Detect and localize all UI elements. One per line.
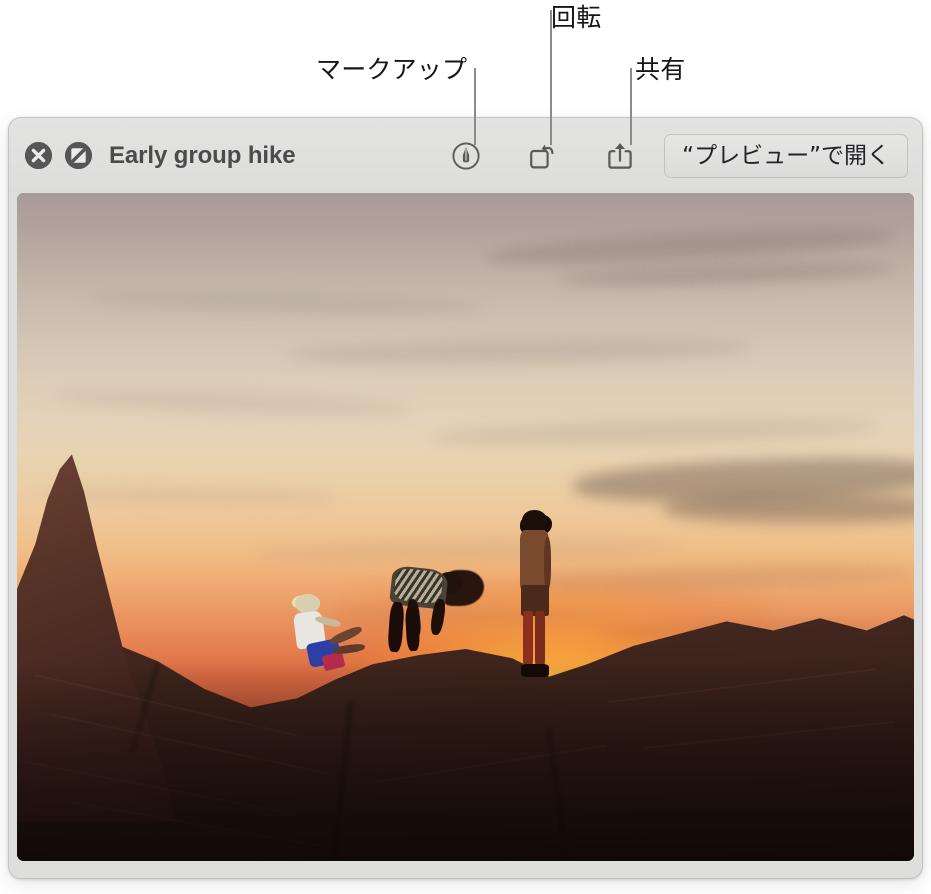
quick-look-window: Early group hike “プレビュー”で開く	[8, 117, 923, 879]
hiker-standing-leg	[523, 610, 534, 668]
circle-slash-icon[interactable]	[65, 142, 92, 169]
callout-label-share: 共有	[635, 55, 686, 84]
callout-leader-line-rotate	[550, 10, 552, 145]
close-icon[interactable]	[25, 142, 52, 169]
hiker-bending-patterned-top	[393, 567, 445, 604]
callout-leader-line-markup	[474, 68, 476, 145]
hiker-standing	[506, 510, 569, 678]
hiker-standing-leg	[534, 610, 545, 668]
callout-annotation-layer: マークアップ 回転 共有	[0, 0, 931, 145]
hiker-bending-leg	[387, 601, 405, 652]
hiker-standing-shoe	[520, 663, 549, 678]
markup-icon	[452, 141, 480, 170]
callout-label-rotate: 回転	[551, 3, 602, 32]
photo-sunset-hikers	[17, 193, 914, 861]
callout-label-markup: マークアップ	[316, 55, 468, 84]
hiker-standing-head	[522, 510, 548, 533]
photo-container[interactable]	[17, 193, 914, 861]
page-title: Early group hike	[109, 141, 296, 169]
callout-leader-line-share	[630, 68, 632, 145]
hiker-seated	[291, 593, 372, 688]
hiker-standing-arm	[543, 537, 552, 591]
hiker-bending	[380, 547, 488, 661]
